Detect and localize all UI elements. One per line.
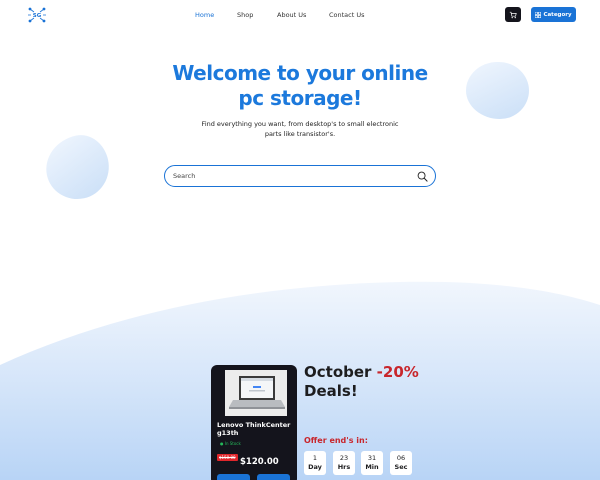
deal-title: October -20% Deals! — [304, 363, 419, 401]
deal-title-month: October — [304, 363, 372, 381]
stock-status: ● In Stock — [220, 441, 241, 446]
countdown-minutes: 31 Min — [361, 451, 383, 475]
top-navbar: SG Home Shop About Us Contact Us Categor… — [0, 0, 600, 32]
view-product-button[interactable] — [257, 474, 290, 480]
offer-ends-label: Offer end's in: — [304, 436, 368, 445]
countdown-unit: Hrs — [337, 463, 351, 471]
decorative-blob-right — [466, 62, 529, 119]
deal-title-line2: Deals! — [304, 382, 358, 400]
hero-title-line2: pc storage! — [238, 86, 362, 110]
nav-link-contact-us[interactable]: Contact Us — [329, 11, 365, 19]
logo-text: SG — [33, 13, 42, 19]
search-input[interactable] — [173, 170, 403, 182]
add-to-cart-button[interactable] — [217, 474, 250, 480]
category-button-label: Category — [543, 11, 572, 18]
grid-icon — [535, 11, 542, 18]
nav-link-about-us[interactable]: About Us — [277, 11, 306, 19]
countdown-unit: Min — [365, 463, 379, 471]
nav-link-shop[interactable]: Shop — [237, 11, 253, 19]
countdown-value: 06 — [396, 454, 406, 462]
countdown-hours: 23 Hrs — [333, 451, 355, 475]
hero-subtitle-line1: Find everything you want, from desktop's… — [201, 120, 399, 128]
countdown-seconds: 06 Sec — [390, 451, 412, 475]
category-button[interactable]: Category — [531, 7, 576, 22]
wave-background — [0, 281, 600, 480]
hero-title: Welcome to your online pc storage! — [150, 61, 450, 111]
countdown-unit: Day — [308, 463, 322, 471]
countdown-days: 1 Day — [304, 451, 326, 475]
nav-link-home[interactable]: Home — [195, 11, 214, 19]
hero-subtitle: Find everything you want, from desktop's… — [190, 119, 410, 139]
laptop-image — [225, 370, 287, 416]
countdown-value: 23 — [339, 454, 349, 462]
deal-discount: -20% — [376, 363, 419, 381]
site-logo[interactable]: SG — [27, 6, 47, 24]
product-name: Lenovo ThinkCenter g13th — [217, 421, 291, 437]
hero-subtitle-line2: parts like transistor's. — [264, 130, 336, 138]
current-price: $120.00 — [240, 457, 279, 467]
countdown-value: 1 — [312, 454, 318, 462]
decorative-blob-left — [40, 130, 115, 205]
hero-title-line1: Welcome to your online — [172, 61, 428, 85]
countdown-unit: Sec — [394, 463, 408, 471]
countdown-value: 31 — [367, 454, 377, 462]
search-bar — [164, 165, 436, 187]
cart-icon — [509, 11, 517, 18]
search-icon[interactable] — [417, 171, 428, 182]
cart-button[interactable] — [505, 7, 521, 22]
old-price: $150.00 — [217, 454, 238, 461]
